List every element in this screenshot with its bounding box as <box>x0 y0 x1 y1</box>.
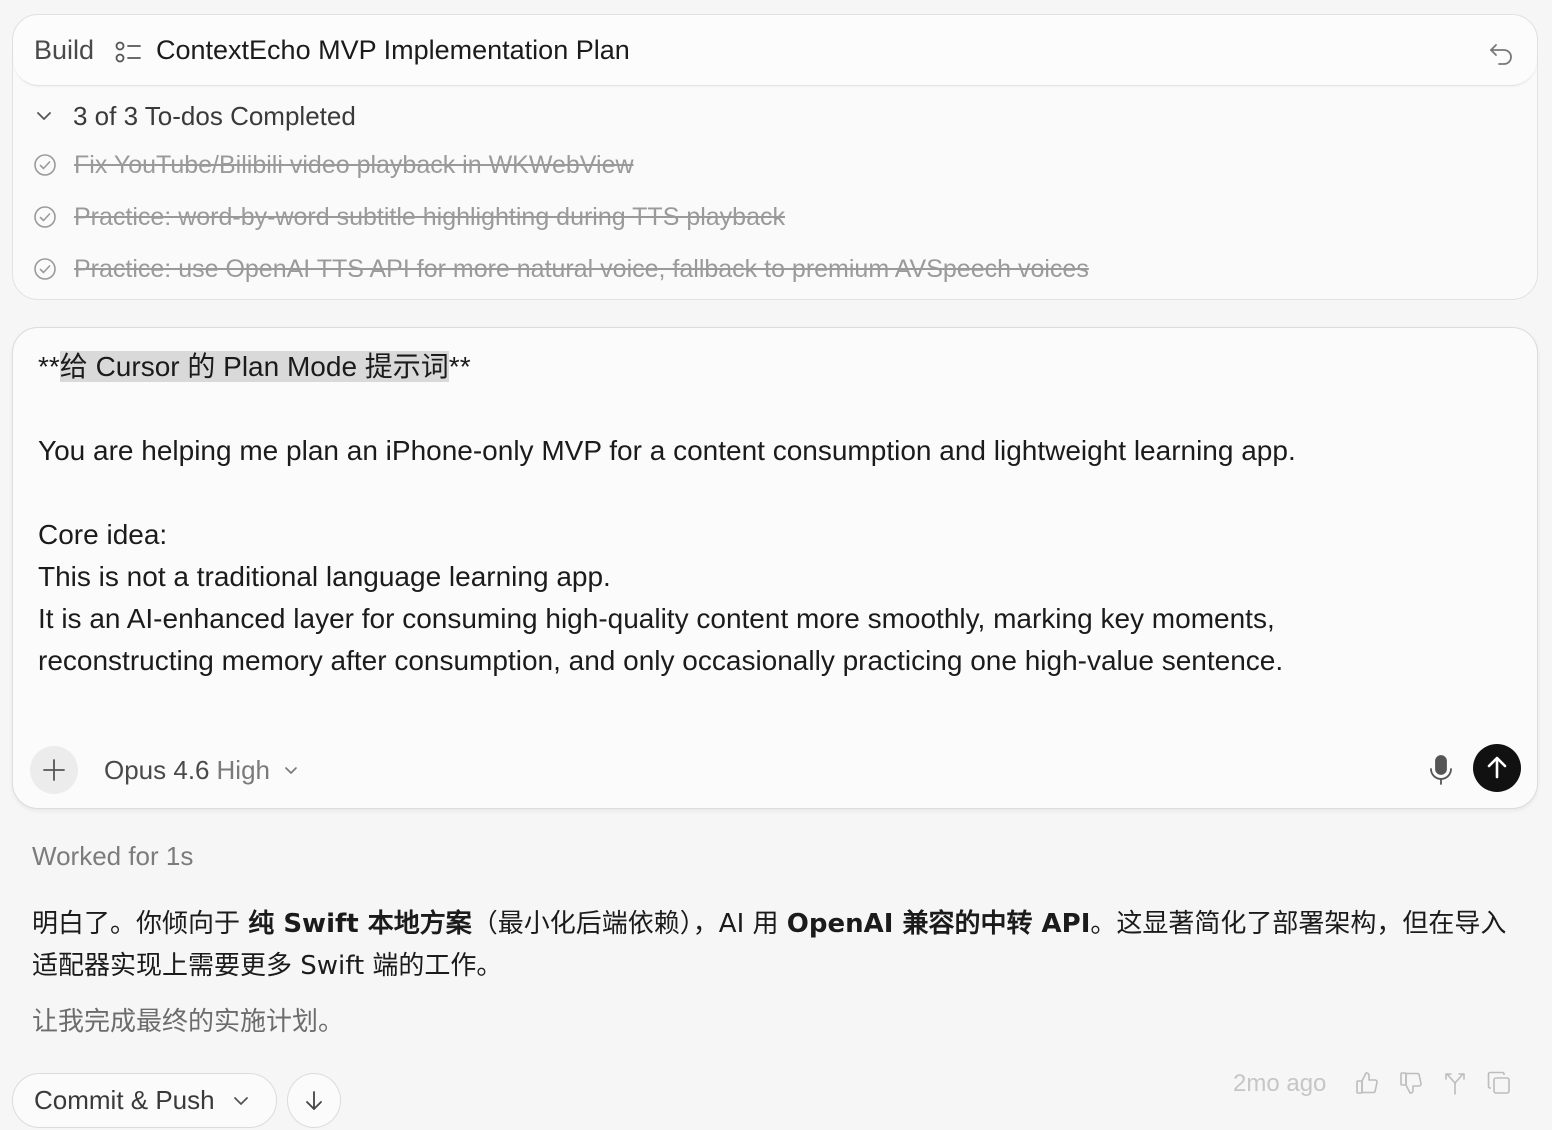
prompt-line: reconstructing memory after consumption,… <box>38 645 1284 676</box>
response-text: 明白了。你倾向于 <box>32 909 249 939</box>
chevron-down-icon <box>37 112 51 120</box>
fork-icon[interactable] <box>1442 1070 1468 1096</box>
check-circle-icon <box>34 154 56 176</box>
arrow-down-icon <box>306 1090 322 1110</box>
response-bold: 纯 Swift 本地方案 <box>248 909 472 939</box>
add-attachment-button[interactable] <box>30 746 78 794</box>
chevron-down-icon <box>285 767 297 774</box>
plan-card: Build ContextEcho MVP Implementation Pla… <box>12 14 1538 300</box>
heading-prefix: ** <box>38 351 60 382</box>
worked-duration: Worked for 1s <box>32 841 194 871</box>
check-circle-icon <box>34 206 56 228</box>
arrow-up-icon <box>1487 756 1507 779</box>
model-selector[interactable]: Opus 4.6 High <box>104 752 300 788</box>
build-mode-label: Build <box>34 35 95 65</box>
chevron-down-icon <box>233 1096 248 1105</box>
todo-item: Practice: use OpenAI TTS API for more na… <box>33 254 1089 284</box>
response-bold: OpenAI 兼容的中转 API <box>786 909 1091 939</box>
plan-title: ContextEcho MVP Implementation Plan <box>156 35 630 65</box>
thumbs-up-icon[interactable] <box>1354 1070 1380 1096</box>
check-circle-icon <box>34 258 56 280</box>
message-timestamp: 2mo ago <box>1233 1070 1327 1097</box>
scroll-down-button[interactable] <box>287 1073 341 1128</box>
prompt-line: This is not a traditional language learn… <box>38 561 611 592</box>
heading-suffix: ** <box>448 351 471 382</box>
commit-push-button[interactable]: Commit & Push <box>12 1073 277 1128</box>
todo-text: Practice: word-by-word subtitle highligh… <box>74 202 785 231</box>
thumbs-down-icon[interactable] <box>1398 1070 1424 1096</box>
response-paragraph: 明白了。你倾向于 纯 Swift 本地方案（最小化后端依赖），AI 用 Open… <box>32 903 1522 987</box>
plus-icon <box>43 759 65 781</box>
prompt-text[interactable]: **给 Cursor 的 Plan Mode 提示词** You are hel… <box>38 346 1498 682</box>
commit-push-label: Commit & Push <box>34 1085 215 1115</box>
selected-text: 给 Cursor 的 Plan Mode 提示词 <box>59 351 449 382</box>
plan-header: Build ContextEcho MVP Implementation Pla… <box>13 15 1537 86</box>
send-button[interactable] <box>1473 744 1521 792</box>
todo-text: Practice: use OpenAI TTS API for more na… <box>74 254 1089 283</box>
prompt-line: You are helping me plan an iPhone-only M… <box>38 435 1296 466</box>
todo-item: Practice: word-by-word subtitle highligh… <box>33 202 785 232</box>
copy-icon[interactable] <box>1486 1070 1512 1096</box>
prompt-input[interactable]: **给 Cursor 的 Plan Mode 提示词** You are hel… <box>12 327 1538 809</box>
model-level: High <box>216 754 270 785</box>
microphone-icon[interactable] <box>1426 753 1456 787</box>
todo-text: Fix YouTube/Bilibili video playback in W… <box>74 150 634 179</box>
todo-summary-toggle[interactable]: 3 of 3 To-dos Completed <box>33 100 356 132</box>
response-text: （最小化后端依赖），AI 用 <box>471 909 787 939</box>
prompt-heading: **给 Cursor 的 Plan Mode 提示词** <box>38 346 1498 388</box>
model-name: Opus 4.6 <box>104 754 210 785</box>
response-paragraph-muted: 让我完成最终的实施计划。 <box>32 1007 345 1037</box>
todo-item: Fix YouTube/Bilibili video playback in W… <box>33 150 634 180</box>
prompt-line: Core idea: <box>38 519 168 550</box>
prompt-line: It is an AI-enhanced layer for consuming… <box>38 603 1275 634</box>
undo-icon[interactable] <box>1487 39 1515 67</box>
checklist-icon <box>115 41 141 63</box>
todo-summary-label: 3 of 3 To-dos Completed <box>73 100 356 131</box>
